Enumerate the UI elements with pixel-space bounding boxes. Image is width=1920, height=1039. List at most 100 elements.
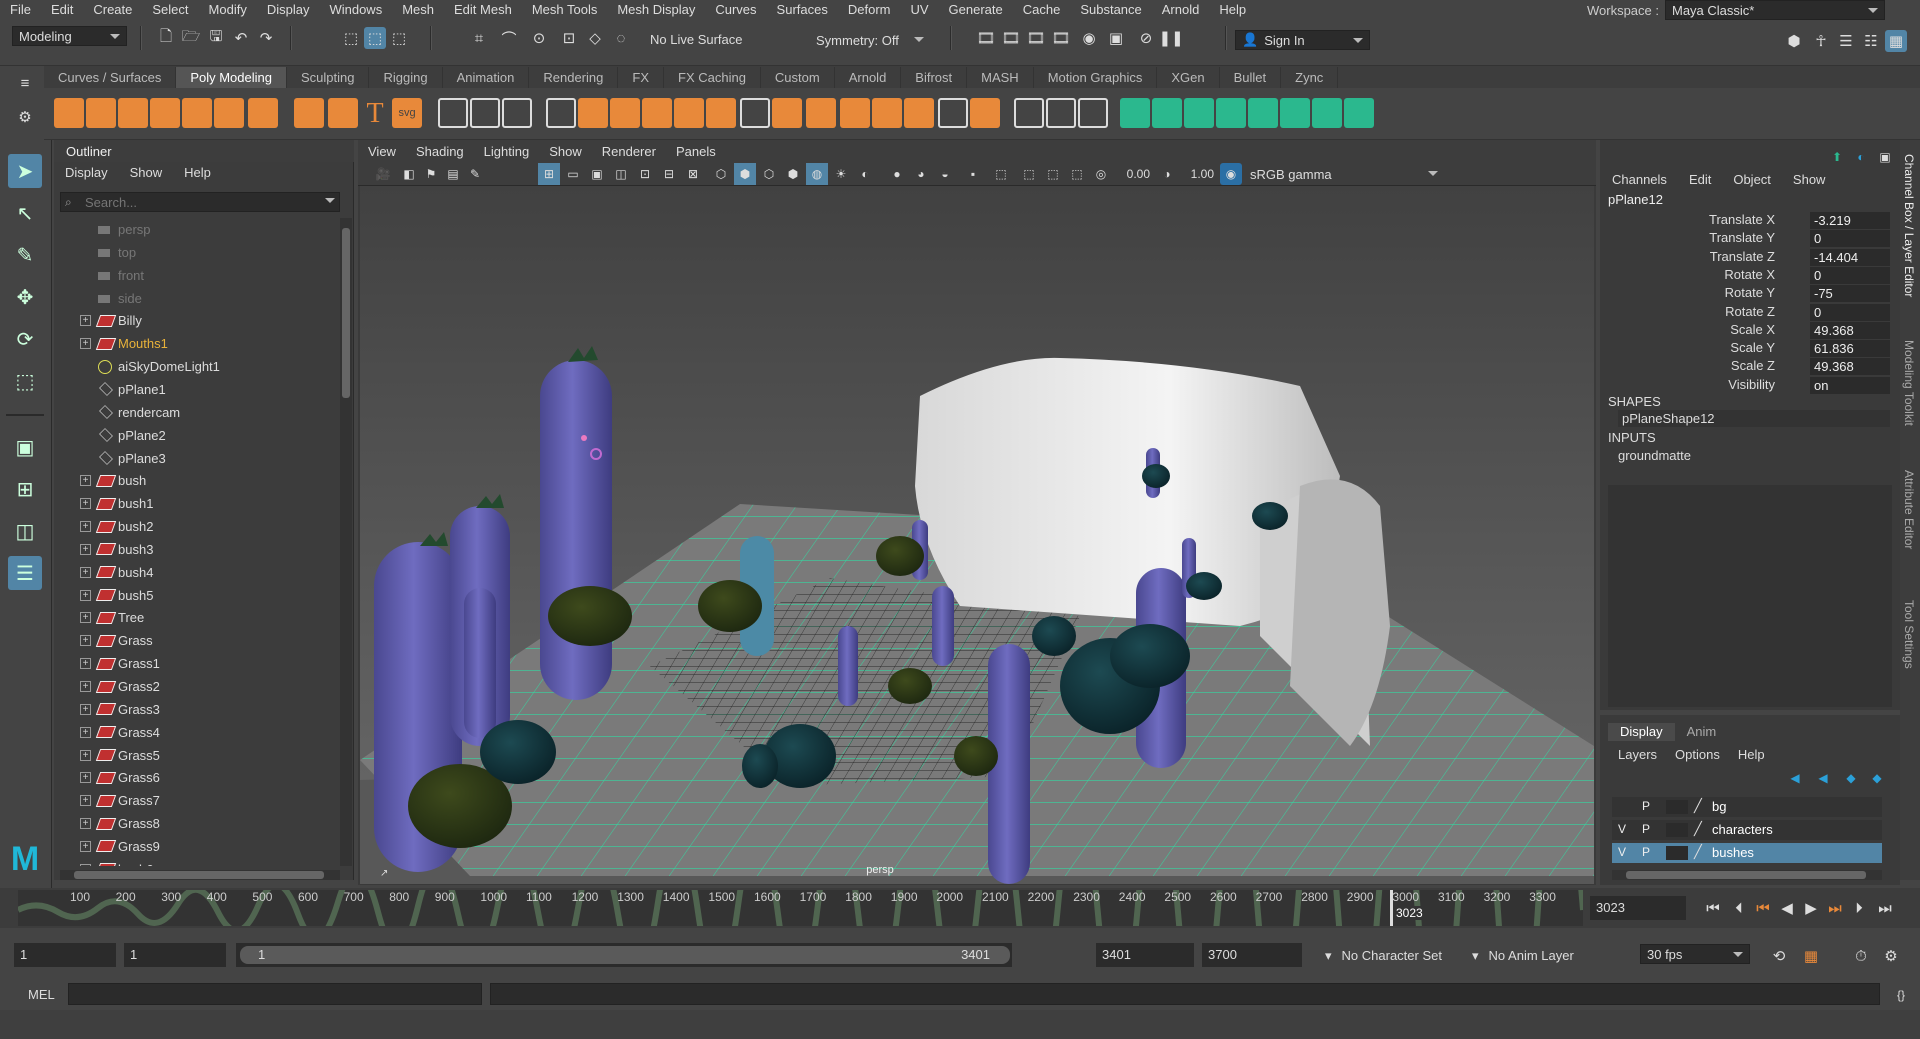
shelf-tab-arnold[interactable]: Arnold [835, 67, 902, 88]
anim-settings-icon[interactable]: ⚙ [1880, 945, 1902, 967]
playback-start-field[interactable]: 1 [124, 943, 226, 967]
outliner-item[interactable]: + Grass2 [54, 675, 340, 698]
shelf-tab-custom[interactable]: Custom [761, 67, 835, 88]
textured-icon[interactable]: ⬢ [782, 163, 804, 185]
auto-key-icon[interactable]: ▦ [1800, 945, 1822, 967]
ipr-render-icon[interactable]: 🎞 [1000, 27, 1022, 49]
depth-of-field-icon[interactable]: ◒ [934, 163, 956, 185]
script-editor-icon[interactable]: {} [1890, 984, 1912, 1006]
shelf-boolean-union-icon[interactable] [674, 98, 704, 128]
expand-icon[interactable]: + [80, 566, 91, 578]
snap-surface-icon[interactable]: ◇ [584, 27, 606, 49]
channel-value[interactable]: 61.836 [1810, 340, 1890, 358]
shelf-symmetrize-icon[interactable] [1344, 98, 1374, 128]
shelf-menu-icon[interactable]: ≡ [14, 72, 36, 94]
command-input[interactable] [68, 983, 482, 1005]
menu-arnold[interactable]: Arnold [1152, 2, 1210, 17]
shelf-tab-rigging[interactable]: Rigging [369, 67, 443, 88]
menu-cache[interactable]: Cache [1013, 2, 1071, 17]
layer-playback-toggle[interactable]: P [1642, 845, 1658, 859]
wireframe-icon[interactable]: ⬡ [710, 163, 732, 185]
shelf-tab-bullet[interactable]: Bullet [1220, 67, 1282, 88]
outliner-item[interactable]: + bush3 [54, 538, 340, 561]
layer-row[interactable]: V P ╱ bushes [1612, 843, 1882, 863]
shelf-separate-icon[interactable] [578, 98, 608, 128]
channel-value[interactable]: on [1810, 376, 1890, 394]
snap-view-icon[interactable]: ⊡ [558, 27, 580, 49]
viewport-menu-panels[interactable]: Panels [666, 144, 726, 159]
input-node[interactable]: groundmatte [1618, 448, 1691, 463]
step-forward-key-icon[interactable]: ⏭ [1824, 897, 1846, 919]
menu-substance[interactable]: Substance [1070, 2, 1151, 17]
scrollbar-thumb[interactable] [74, 871, 324, 879]
channel-box-icon-a[interactable]: ⬆ [1826, 146, 1848, 168]
layer-row[interactable]: V P ╱ characters [1612, 820, 1882, 840]
expand-icon[interactable]: + [80, 315, 91, 327]
shelf-auto-map-icon[interactable] [1184, 98, 1214, 128]
channel-value[interactable]: -75 [1810, 285, 1890, 303]
xray-components-icon[interactable]: ⬚ [1042, 163, 1064, 185]
shelf-tab-fx-caching[interactable]: FX Caching [664, 67, 761, 88]
shelf-tab-animation[interactable]: Animation [443, 67, 530, 88]
outliner-item[interactable]: + bush [54, 469, 340, 492]
resolution-gate-icon[interactable]: ▣ [586, 163, 608, 185]
shelf-smooth-icon[interactable] [642, 98, 672, 128]
outliner-item[interactable]: + Grass4 [54, 721, 340, 744]
outliner-item[interactable]: + bush2 [54, 515, 340, 538]
isolate-select-icon[interactable]: ▪ [962, 163, 984, 185]
outliner-item[interactable]: + bush1 [54, 492, 340, 515]
3d-scene[interactable]: ↗ persp [360, 186, 1594, 884]
outliner-item[interactable]: + Billy [54, 309, 340, 332]
color-space-dropdown[interactable]: sRGB gamma [1244, 164, 1444, 184]
expand-icon[interactable]: + [80, 863, 91, 866]
layer-visibility-toggle[interactable]: V [1618, 845, 1634, 859]
scrollbar-thumb[interactable] [1626, 871, 1866, 879]
channel-box-menu-channels[interactable]: Channels [1600, 172, 1667, 187]
sign-in-dropdown[interactable]: 👤 Sign In [1235, 30, 1370, 50]
shelf-uv-editor-icon[interactable] [1120, 98, 1150, 128]
menu-mesh[interactable]: Mesh [392, 2, 444, 17]
outliner-item[interactable]: top [54, 241, 340, 264]
shelf-mirror-icon[interactable] [772, 98, 802, 128]
expand-icon[interactable]: + [80, 475, 91, 487]
new-scene-icon[interactable]: 🗋 [155, 27, 177, 49]
side-tab-modeling-toolkit[interactable]: Modeling Toolkit [1902, 340, 1916, 426]
channel-row[interactable]: Rotate Y -75 [1600, 285, 1900, 303]
outliner-item[interactable]: pPlane1 [54, 378, 340, 401]
outliner-item[interactable]: + Grass7 [54, 789, 340, 812]
fps-dropdown[interactable]: 30 fps [1640, 944, 1750, 964]
shelf-tab-poly-modeling[interactable]: Poly Modeling [176, 67, 287, 88]
outliner-item[interactable]: rendercam [54, 401, 340, 424]
play-forwards-icon[interactable]: ▶ [1800, 897, 1822, 919]
shelf-tab-fx[interactable]: FX [618, 67, 664, 88]
step-back-key-icon[interactable]: ⏮ [1752, 897, 1774, 919]
expand-icon[interactable]: + [80, 498, 91, 510]
arnold-render-icon[interactable]: ▣ [1105, 27, 1127, 49]
shelf-append-icon[interactable] [904, 98, 934, 128]
channel-value[interactable]: -3.219 [1810, 212, 1890, 229]
shelf-disc-icon[interactable] [248, 98, 278, 128]
snap-pivot-icon[interactable]: ◌ [610, 27, 632, 49]
expand-icon[interactable]: + [80, 543, 91, 555]
anim-preferences-icon[interactable]: ⏱ [1850, 945, 1872, 967]
xray-joints-icon[interactable]: ⬚ [1018, 163, 1040, 185]
expand-icon[interactable]: + [80, 338, 91, 350]
render-settings-icon[interactable]: 🎞 [1025, 27, 1047, 49]
menu-edit-mesh[interactable]: Edit Mesh [444, 2, 522, 17]
expand-icon[interactable]: + [80, 726, 91, 738]
step-back-frame-icon[interactable]: ⏴ [1728, 897, 1750, 919]
expand-icon[interactable]: + [80, 589, 91, 601]
pause-icon[interactable]: ❚❚ [1158, 27, 1183, 49]
layer-color-swatch[interactable] [1666, 846, 1688, 860]
grid-icon[interactable]: ⊞ [538, 163, 560, 185]
scale-tool-icon[interactable]: ⬚ [8, 364, 42, 398]
single-view-layout-icon[interactable]: ▣ [8, 430, 42, 464]
outliner-layout-icon[interactable]: ☰ [8, 556, 42, 590]
outliner-item[interactable]: pPlane2 [54, 424, 340, 447]
outliner-item[interactable]: side [54, 287, 340, 310]
move-tool-icon[interactable]: ✥ [8, 280, 42, 314]
channel-row[interactable]: Scale Y 61.836 [1600, 340, 1900, 358]
channel-value[interactable]: 49.368 [1810, 358, 1890, 376]
outliner-item[interactable]: + Grass3 [54, 698, 340, 721]
outliner-item[interactable]: aiSkyDomeLight1 [54, 355, 340, 378]
